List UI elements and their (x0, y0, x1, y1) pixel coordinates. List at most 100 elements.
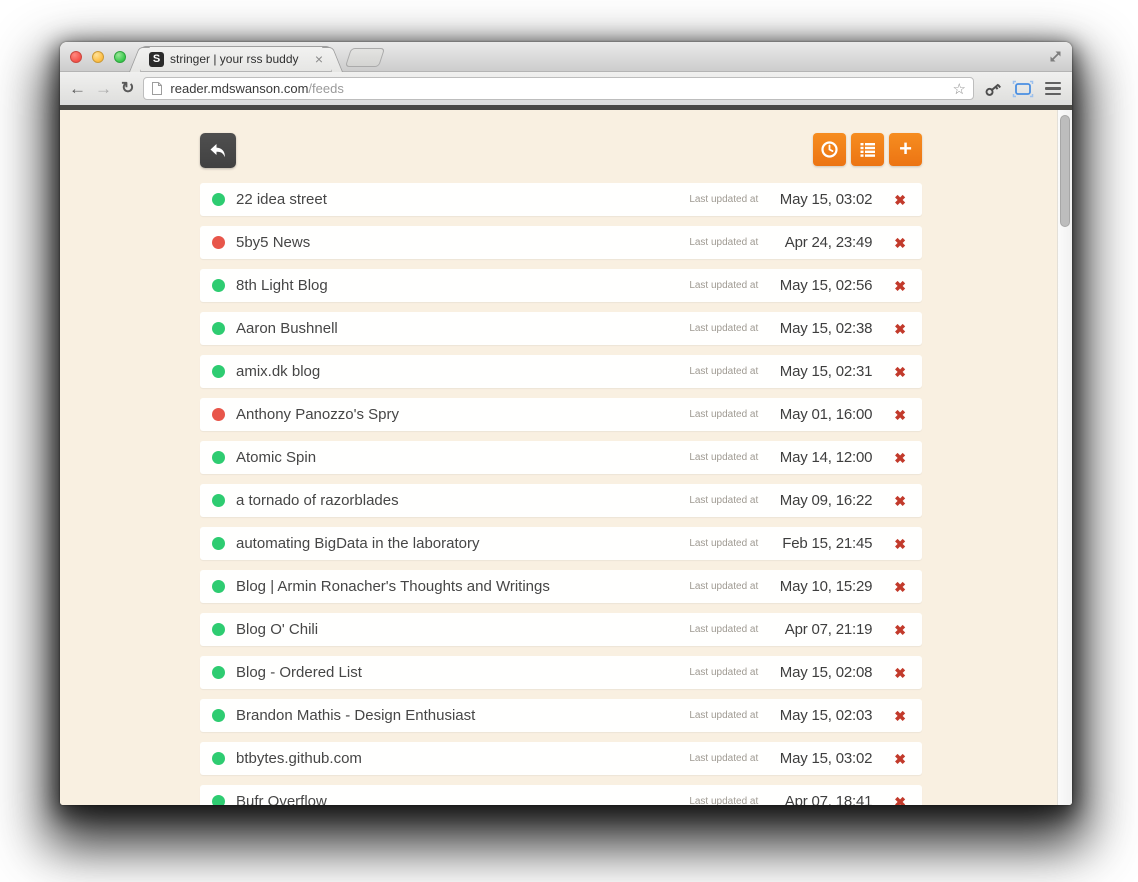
feed-name[interactable]: Atomic Spin (236, 449, 689, 466)
feed-updated-label: Last updated at (689, 452, 759, 463)
feed-updated-date: May 15, 03:02 (779, 750, 873, 767)
delete-feed-button[interactable]: ✖ (894, 279, 906, 293)
tab-stringer[interactable]: S stringer | your rss buddy × (140, 46, 332, 71)
delete-feed-button[interactable]: ✖ (894, 451, 906, 465)
feed-updated-label: Last updated at (689, 323, 759, 334)
feed-name[interactable]: btbytes.github.com (236, 750, 689, 767)
minimize-window-button[interactable] (92, 51, 104, 63)
capture-extension-icon[interactable] (1012, 80, 1034, 98)
feed-name[interactable]: 8th Light Blog (236, 277, 689, 294)
delete-feed-button[interactable]: ✖ (894, 752, 906, 766)
feed-updated-label: Last updated at (689, 624, 759, 635)
reply-arrow-icon (210, 143, 225, 157)
delete-feed-button[interactable]: ✖ (894, 365, 906, 379)
bookmark-star-icon[interactable]: ☆ (953, 80, 966, 98)
feed-row: 22 idea street Last updated at May 15, 0… (200, 183, 922, 216)
feed-name[interactable]: Anthony Panozzo's Spry (236, 406, 689, 423)
feed-row: amix.dk blog Last updated at May 15, 02:… (200, 355, 922, 388)
feed-status-dot (212, 322, 225, 335)
browser-toolbar: ← → ↻ reader.mdswanson.com/feeds ☆ (60, 72, 1072, 105)
delete-feed-button[interactable]: ✖ (894, 322, 906, 336)
tab-close-icon[interactable]: × (315, 52, 323, 66)
feed-updated-label: Last updated at (689, 581, 759, 592)
delete-feed-button[interactable]: ✖ (894, 709, 906, 723)
feed-name[interactable]: Aaron Bushnell (236, 320, 689, 337)
zoom-window-button[interactable] (114, 51, 126, 63)
traffic-lights (70, 51, 126, 63)
feed-status-dot (212, 365, 225, 378)
feed-status-dot (212, 580, 225, 593)
feed-name[interactable]: 5by5 News (236, 234, 689, 251)
delete-feed-button[interactable]: ✖ (894, 537, 906, 551)
delete-feed-button[interactable]: ✖ (894, 666, 906, 680)
url-host: reader.mdswanson.com (170, 81, 309, 96)
feed-status-dot (212, 537, 225, 550)
page-scrollbar[interactable] (1057, 110, 1072, 805)
feed-updated-date: Apr 24, 23:49 (784, 234, 873, 251)
history-button[interactable] (813, 133, 846, 166)
feed-updated-date: Feb 15, 21:45 (782, 535, 873, 552)
feed-updated-date: Apr 07, 18:41 (784, 793, 873, 805)
back-to-reader-button[interactable] (200, 133, 236, 168)
feed-updated-label: Last updated at (689, 237, 759, 248)
feed-name[interactable]: automating BigData in the laboratory (236, 535, 689, 552)
feed-updated-date: May 15, 02:03 (779, 707, 873, 724)
feed-name[interactable]: Brandon Mathis - Design Enthusiast (236, 707, 689, 724)
feed-name[interactable]: Blog - Ordered List (236, 664, 689, 681)
feeds-header: + (200, 133, 922, 168)
fullscreen-icon[interactable] (1047, 48, 1064, 65)
feed-name[interactable]: a tornado of razorblades (236, 492, 689, 509)
feed-updated-date: May 15, 02:38 (779, 320, 873, 337)
feed-row: Anthony Panozzo's Spry Last updated at M… (200, 398, 922, 431)
feed-row: 8th Light Blog Last updated at May 15, 0… (200, 269, 922, 302)
url-bar[interactable]: reader.mdswanson.com/feeds ☆ (143, 77, 974, 100)
feed-name[interactable]: amix.dk blog (236, 363, 689, 380)
feed-status-dot (212, 236, 225, 249)
feed-row: Aaron Bushnell Last updated at May 15, 0… (200, 312, 922, 345)
feed-name[interactable]: Blog O' Chili (236, 621, 689, 638)
feed-list-button[interactable] (851, 133, 884, 166)
list-icon (860, 143, 875, 157)
feed-updated-label: Last updated at (689, 753, 759, 764)
feed-status-dot (212, 709, 225, 722)
page-icon (152, 82, 163, 95)
feed-name[interactable]: 22 idea street (236, 191, 689, 208)
feed-name[interactable]: Blog | Armin Ronacher's Thoughts and Wri… (236, 578, 689, 595)
feed-name[interactable]: Bufr Overflow (236, 793, 689, 805)
close-window-button[interactable] (70, 51, 82, 63)
favicon: S (149, 51, 164, 67)
feed-updated-date: May 15, 03:02 (779, 191, 873, 208)
delete-feed-button[interactable]: ✖ (894, 494, 906, 508)
tab-title: stringer | your rss buddy (170, 52, 299, 66)
back-icon[interactable]: ← (69, 80, 86, 97)
delete-feed-button[interactable]: ✖ (894, 795, 906, 806)
feed-status-dot (212, 666, 225, 679)
scrollbar-thumb[interactable] (1060, 115, 1070, 227)
feed-updated-label: Last updated at (689, 194, 759, 205)
delete-feed-button[interactable]: ✖ (894, 623, 906, 637)
browser-window: S stringer | your rss buddy × ← → ↻ read… (60, 42, 1072, 805)
feed-status-dot (212, 752, 225, 765)
reload-icon[interactable]: ↻ (121, 80, 134, 97)
feed-row: Atomic Spin Last updated at May 14, 12:0… (200, 441, 922, 474)
feed-row: Blog | Armin Ronacher's Thoughts and Wri… (200, 570, 922, 603)
page-feeds: + 22 idea street Last updated at May 15,… (60, 110, 1072, 805)
feed-row: Blog O' Chili Last updated at Apr 07, 21… (200, 613, 922, 646)
delete-feed-button[interactable]: ✖ (894, 193, 906, 207)
delete-feed-button[interactable]: ✖ (894, 408, 906, 422)
feed-row: 5by5 News Last updated at Apr 24, 23:49 … (200, 226, 922, 259)
add-feed-button[interactable]: + (889, 133, 922, 166)
feed-updated-date: May 15, 02:56 (779, 277, 873, 294)
delete-feed-button[interactable]: ✖ (894, 236, 906, 250)
feed-updated-label: Last updated at (689, 538, 759, 549)
plus-icon: + (899, 135, 912, 161)
key-extension-icon[interactable] (983, 79, 1003, 99)
feed-updated-date: May 15, 02:08 (779, 664, 873, 681)
titlebar: S stringer | your rss buddy × (60, 42, 1072, 72)
delete-feed-button[interactable]: ✖ (894, 580, 906, 594)
chrome-menu-icon[interactable] (1043, 80, 1063, 98)
feed-updated-label: Last updated at (689, 495, 759, 506)
new-tab-button[interactable] (344, 48, 386, 67)
forward-icon[interactable]: → (95, 80, 112, 97)
feed-row: Brandon Mathis - Design Enthusiast Last … (200, 699, 922, 732)
